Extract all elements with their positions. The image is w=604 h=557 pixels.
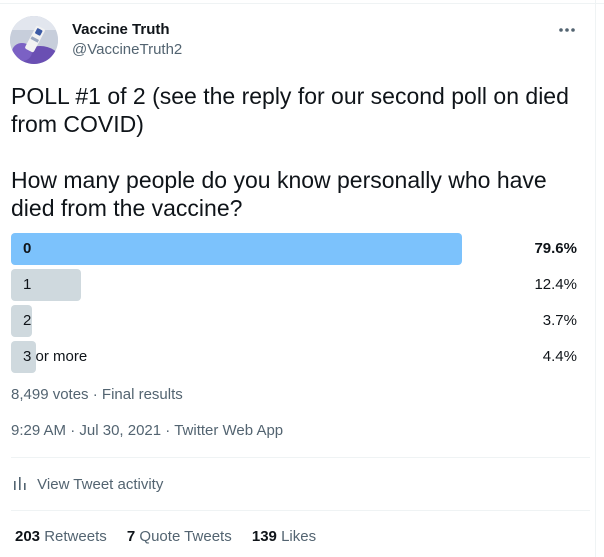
time[interactable]: 9:29 AM xyxy=(11,422,66,439)
engagement-stats: 203 Retweets 7 Quote Tweets 139 Likes xyxy=(15,528,332,545)
tweet-text-line-2: How many people do you know personally w… xyxy=(11,167,547,221)
poll: 0 79.6% 1 12.4% 2 3.7% 3 or more 4.4% xyxy=(11,233,577,377)
poll-option[interactable]: 0 79.6% xyxy=(11,233,577,265)
quote-tweets-stat[interactable]: 7 Quote Tweets xyxy=(127,528,236,545)
likes-count: 139 xyxy=(251,528,277,545)
tweet-card: Vaccine Truth @VaccineTruth2 POLL #1 of … xyxy=(0,0,604,557)
handle[interactable]: @VaccineTruth2 xyxy=(72,40,182,60)
poll-option-percent: 79.6% xyxy=(534,240,577,257)
view-activity-label: View Tweet activity xyxy=(37,476,164,493)
more-dots-icon[interactable] xyxy=(556,20,578,40)
poll-option-percent: 12.4% xyxy=(534,276,577,293)
display-name[interactable]: Vaccine Truth xyxy=(72,20,182,40)
likes-label: Likes xyxy=(281,528,317,545)
poll-bar xyxy=(11,233,462,265)
separator-dot: · xyxy=(70,422,76,439)
bar-chart-icon xyxy=(13,476,37,493)
tweet-text: POLL #1 of 2 (see the reply for our seco… xyxy=(11,82,586,222)
poll-option-percent: 3.7% xyxy=(542,312,577,329)
poll-option-label: 0 xyxy=(23,240,32,257)
poll-summary: 8,499 votes · Final results xyxy=(11,386,183,403)
separator-dot: · xyxy=(165,422,171,439)
likes-stat[interactable]: 139 Likes xyxy=(252,528,316,545)
divider xyxy=(11,457,590,458)
source-app[interactable]: Twitter Web App xyxy=(174,422,283,439)
poll-option-label: 2 xyxy=(23,312,32,329)
poll-option[interactable]: 3 or more 4.4% xyxy=(11,341,577,373)
poll-bar xyxy=(11,269,81,301)
vote-count: 8,499 votes xyxy=(11,386,89,403)
retweets-stat[interactable]: 203 Retweets xyxy=(15,528,111,545)
retweets-label: Retweets xyxy=(44,528,107,545)
separator-dot: · xyxy=(92,386,98,403)
right-border xyxy=(595,0,596,557)
avatar[interactable] xyxy=(10,16,58,64)
tweet-timestamp: 9:29 AM · Jul 30, 2021 · Twitter Web App xyxy=(11,422,283,439)
divider xyxy=(11,510,590,511)
author-block: Vaccine Truth @VaccineTruth2 xyxy=(72,20,182,60)
poll-status: Final results xyxy=(101,386,183,403)
poll-option-label: 3 or more xyxy=(23,348,88,365)
view-activity-link[interactable]: View Tweet activity xyxy=(13,475,163,493)
quote-tweets-label: Quote Tweets xyxy=(139,528,232,545)
poll-option-label: 1 xyxy=(23,276,32,293)
top-border xyxy=(0,3,604,4)
tweet-text-line-1: POLL #1 of 2 (see the reply for our seco… xyxy=(11,83,569,137)
poll-option-percent: 4.4% xyxy=(542,348,577,365)
date[interactable]: Jul 30, 2021 xyxy=(79,422,161,439)
poll-option[interactable]: 2 3.7% xyxy=(11,305,577,337)
retweets-count: 203 xyxy=(15,528,41,545)
poll-option[interactable]: 1 12.4% xyxy=(11,269,577,301)
quote-tweets-count: 7 xyxy=(126,528,136,545)
